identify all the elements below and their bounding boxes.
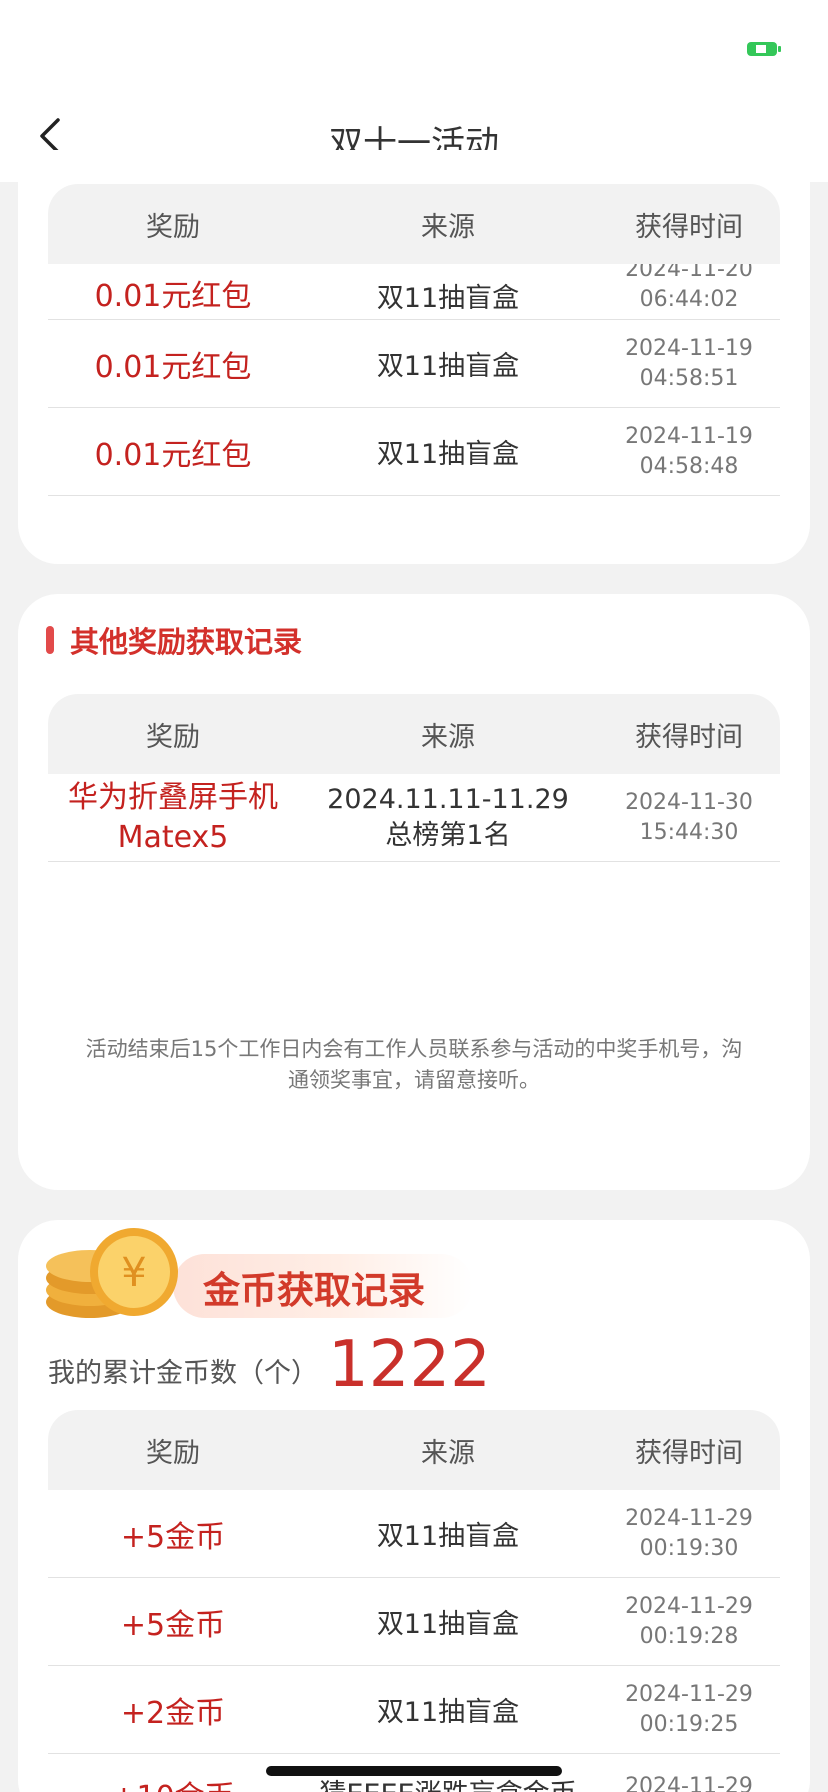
time-clock: 06:44:02 (639, 287, 739, 312)
time-cell: 2024-11-29 00:19:25 (598, 1680, 780, 1740)
battery-icon (747, 42, 781, 56)
time-clock: 04:58:48 (639, 453, 739, 479)
time-clock: 00:19:30 (639, 1535, 739, 1561)
header-reward: 奖励 (146, 1437, 200, 1469)
table-header: 奖励 来源 获得时间 (48, 1410, 780, 1490)
time-cell: 2024-11-29 00:19:30 (598, 1504, 780, 1564)
table-row: 华为折叠屏手机 Matex5 2024.11.11-11.29 总榜第1名 20… (48, 774, 780, 862)
header-reward: 奖励 (146, 211, 200, 243)
reward-cell: 华为折叠屏手机 Matex5 (48, 778, 298, 858)
source-cell: 双11抽盲盒 (376, 1609, 520, 1640)
reward-line: Matex5 (117, 819, 229, 855)
table-row: 0.01元红包 双11抽盲盒 2024-11-19 04:58:51 (48, 320, 780, 408)
header-time: 获得时间 (635, 721, 743, 753)
time-date: 2024-11-19 (625, 335, 753, 361)
time-cell: 2024-11-20 06:44:02 (598, 264, 780, 315)
blind-box-table: 奖励 来源 获得时间 0.01元红包 双11抽盲盒 2024-11-20 06:… (48, 184, 780, 496)
reward-cell: +5金币 (120, 1607, 226, 1643)
blind-box-rewards-card: 奖励 来源 获得时间 0.01元红包 双11抽盲盒 2024-11-20 06:… (18, 150, 810, 564)
time-date: 2024-11-29 (625, 1681, 753, 1707)
section-title: 其他奖励获取记录 (70, 625, 303, 659)
reward-cell: +2金币 (120, 1695, 226, 1731)
time-clock: 00:19:25 (639, 1711, 739, 1737)
time-date: 2024-11-19 (625, 423, 753, 449)
header-time: 获得时间 (635, 211, 743, 243)
time-cell: 2024-11-30 15:44:30 (598, 788, 780, 848)
table-row: +5金币 双11抽盲盒 2024-11-29 00:19:28 (48, 1578, 780, 1666)
source-cell: 双11抽盲盒 (376, 1521, 520, 1552)
time-cell: 2024-11-19 04:58:48 (598, 422, 780, 482)
header-reward: 奖励 (146, 721, 200, 753)
home-indicator[interactable] (266, 1766, 562, 1776)
reward-line: 华为折叠屏手机 (68, 779, 278, 815)
time-date: 2024-11-20 (625, 264, 753, 282)
time-cell: 2024-11-29 (598, 1772, 780, 1792)
table-row: 0.01元红包 双11抽盲盒 2024-11-20 06:44:02 (48, 264, 780, 320)
svg-text:¥: ¥ (121, 1250, 146, 1296)
reward-cell: 0.01元红包 (94, 437, 252, 473)
section-title: 金币获取记录 (203, 1269, 425, 1312)
time-date: 2024-11-29 (625, 1774, 753, 1792)
time-date: 2024-11-29 (625, 1505, 753, 1531)
source-cell: 2024.11.11-11.29 总榜第1名 (298, 782, 598, 854)
other-rewards-table: 奖励 来源 获得时间 华为折叠屏手机 Matex5 2024.11.11-11.… (48, 694, 780, 862)
reward-cell: +10金币 (48, 1772, 298, 1792)
reward-cell: 0.01元红包 (94, 279, 252, 314)
time-date: 2024-11-29 (625, 1593, 753, 1619)
time-date: 2024-11-30 (625, 789, 753, 815)
time-clock: 00:19:28 (639, 1623, 739, 1649)
header-source: 来源 (421, 1437, 475, 1469)
table-header: 奖励 来源 获得时间 (48, 694, 780, 774)
source-line: 2024.11.11-11.29 (327, 783, 569, 815)
time-cell: 2024-11-19 04:58:51 (598, 334, 780, 394)
table-row: 0.01元红包 双11抽盲盒 2024-11-19 04:58:48 (48, 408, 780, 496)
header-source: 来源 (421, 211, 475, 243)
table-row: +5金币 双11抽盲盒 2024-11-29 00:19:30 (48, 1490, 780, 1578)
reward-cell: +5金币 (120, 1519, 226, 1555)
time-cell: 2024-11-29 00:19:28 (598, 1592, 780, 1652)
source-cell: 双11抽盲盒 (376, 351, 520, 382)
notice-text: 活动结束后15个工作日内会有工作人员联系参与活动的中奖手机号，沟通领奖事宜，请留… (85, 1037, 743, 1092)
source-line: 总榜第1名 (385, 819, 511, 851)
coins-table: 奖励 来源 获得时间 +5金币 双11抽盲盒 2024-11-29 00:19:… (48, 1410, 780, 1792)
coin-total-value: 1222 (328, 1328, 491, 1402)
time-clock: 15:44:30 (639, 819, 739, 845)
table-row: +2金币 双11抽盲盒 2024-11-29 00:19:25 (48, 1666, 780, 1754)
source-cell: 双11抽盲盒 (376, 283, 520, 314)
source-cell: 双11抽盲盒 (376, 439, 520, 470)
header-time: 获得时间 (635, 1437, 743, 1469)
source-cell: 双11抽盲盒 (376, 1697, 520, 1728)
gold-coin-icon: ¥ (46, 1228, 178, 1318)
reward-cell: 0.01元红包 (94, 349, 252, 385)
other-rewards-card: 其他奖励获取记录 奖励 来源 获得时间 华为折叠屏手机 Matex5 2024.… (18, 594, 810, 1190)
coin-total: 我的累计金币数（个） 1222 (48, 1330, 491, 1400)
title-accent-bar (46, 626, 54, 654)
coin-total-label: 我的累计金币数（个） (48, 1358, 318, 1389)
time-clock: 04:58:51 (639, 365, 739, 391)
table-header: 奖励 来源 获得时间 (48, 184, 780, 264)
section-header: 其他奖励获取记录 (46, 620, 302, 660)
status-bar (0, 0, 828, 92)
header-source: 来源 (421, 721, 475, 753)
coins-card: 金币获取记录 ¥ 我的累计金币数（个） 1222 奖励 来源 获得时间 +5金币… (18, 1220, 810, 1792)
